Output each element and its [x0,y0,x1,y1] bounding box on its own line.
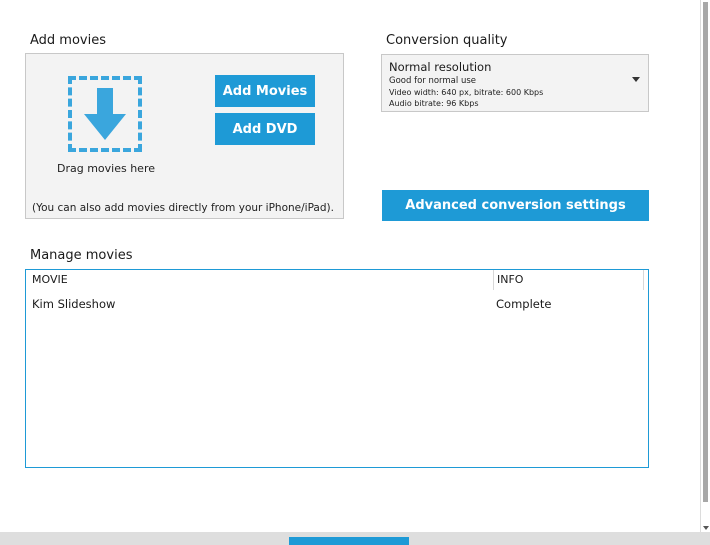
column-divider[interactable] [643,270,644,290]
column-header-movie[interactable]: MOVIE [26,270,493,290]
add-movies-note: (You can also add movies directly from y… [32,202,334,214]
add-movies-panel[interactable]: Drag movies here Add Movies Add DVD (You… [25,53,344,219]
horizontal-scrollbar[interactable] [0,532,710,545]
add-movies-title: Add movies [30,33,106,48]
info-cell: Complete [496,297,552,311]
horizontal-scrollbar-thumb[interactable] [289,537,409,545]
quality-video: Video width: 640 px, bitrate: 600 Kbps [389,88,544,97]
chevron-down-icon [632,77,640,82]
column-header-info[interactable]: INFO [491,270,644,290]
conversion-quality-dropdown[interactable]: Normal resolution Good for normal use Vi… [381,54,649,112]
add-dvd-button[interactable]: Add DVD [215,113,315,145]
quality-name: Normal resolution [389,60,492,74]
advanced-conversion-settings-button[interactable]: Advanced conversion settings [382,190,649,221]
drag-movies-label: Drag movies here [56,162,155,175]
movies-table[interactable]: MOVIE INFO Kim Slideshow Complete [25,269,649,468]
quality-audio: Audio bitrate: 96 Kbps [389,99,479,108]
download-arrow-icon [84,88,126,140]
scroll-down-icon[interactable] [703,526,709,530]
add-movies-button[interactable]: Add Movies [215,75,315,107]
manage-movies-title: Manage movies [30,248,133,263]
movie-cell: Kim Slideshow [32,297,116,311]
drop-zone[interactable] [68,76,142,152]
conversion-quality-title: Conversion quality [386,33,508,48]
quality-description: Good for normal use [389,76,477,86]
vertical-scrollbar-thumb[interactable] [703,2,708,502]
vertical-scrollbar[interactable] [700,0,710,532]
